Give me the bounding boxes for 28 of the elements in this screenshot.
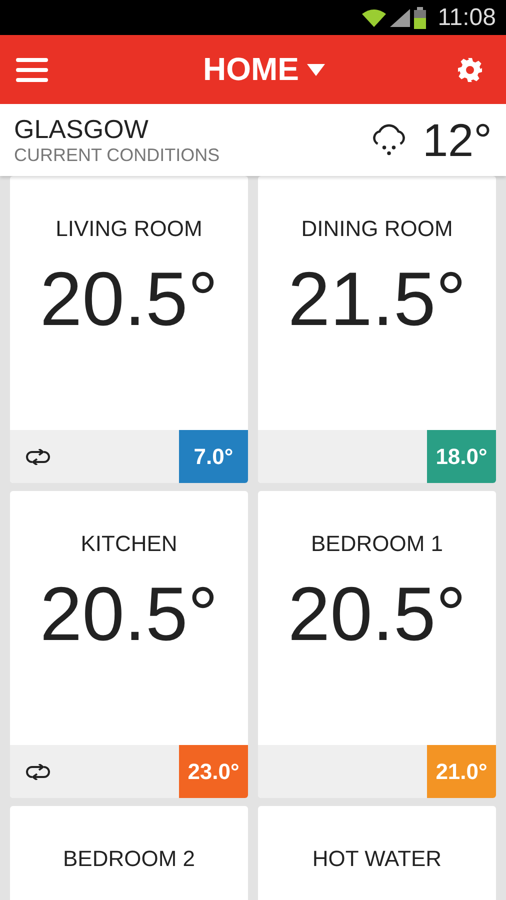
zone-name: BEDROOM 2: [62, 846, 196, 872]
zone-temperature: 20.5°: [40, 571, 218, 658]
wifi-icon: [362, 8, 386, 26]
zone-card[interactable]: KITCHEN 20.5° 23.0°: [10, 491, 248, 798]
location-name: GLASGOW: [14, 114, 150, 145]
zone-temperature: 20.5°: [40, 256, 218, 343]
zone-temperature: 20.5°: [288, 571, 466, 658]
zone-card[interactable]: HOT WATER: [258, 806, 496, 900]
status-time: 11:08: [438, 4, 496, 32]
settings-icon[interactable]: [458, 58, 482, 82]
zone-name: KITCHEN: [80, 531, 178, 557]
zone-card[interactable]: DINING ROOM 21.5° 18.0°: [258, 176, 496, 483]
zone-name: DINING ROOM: [301, 216, 453, 242]
outside-temperature: 12°: [422, 113, 492, 167]
zone-card[interactable]: BEDROOM 1 20.5° 21.0°: [258, 491, 496, 798]
zone-temperature: 21.5°: [288, 256, 466, 343]
home-dropdown[interactable]: HOME: [203, 51, 325, 88]
signal-icon: [390, 8, 410, 26]
zone-card[interactable]: BEDROOM 2: [10, 806, 248, 900]
caret-icon: [307, 64, 325, 76]
setpoint-badge[interactable]: 7.0°: [179, 430, 248, 483]
battery-icon: [414, 6, 426, 28]
zone-name: LIVING ROOM: [56, 216, 202, 242]
zone-card[interactable]: LIVING ROOM 20.5° 7.0°: [10, 176, 248, 483]
zone-name: HOT WATER: [312, 846, 442, 872]
menu-icon[interactable]: [16, 58, 48, 82]
zone-name: BEDROOM 1: [310, 531, 444, 557]
conditions-label: CURRENT CONDITIONS: [14, 145, 221, 166]
